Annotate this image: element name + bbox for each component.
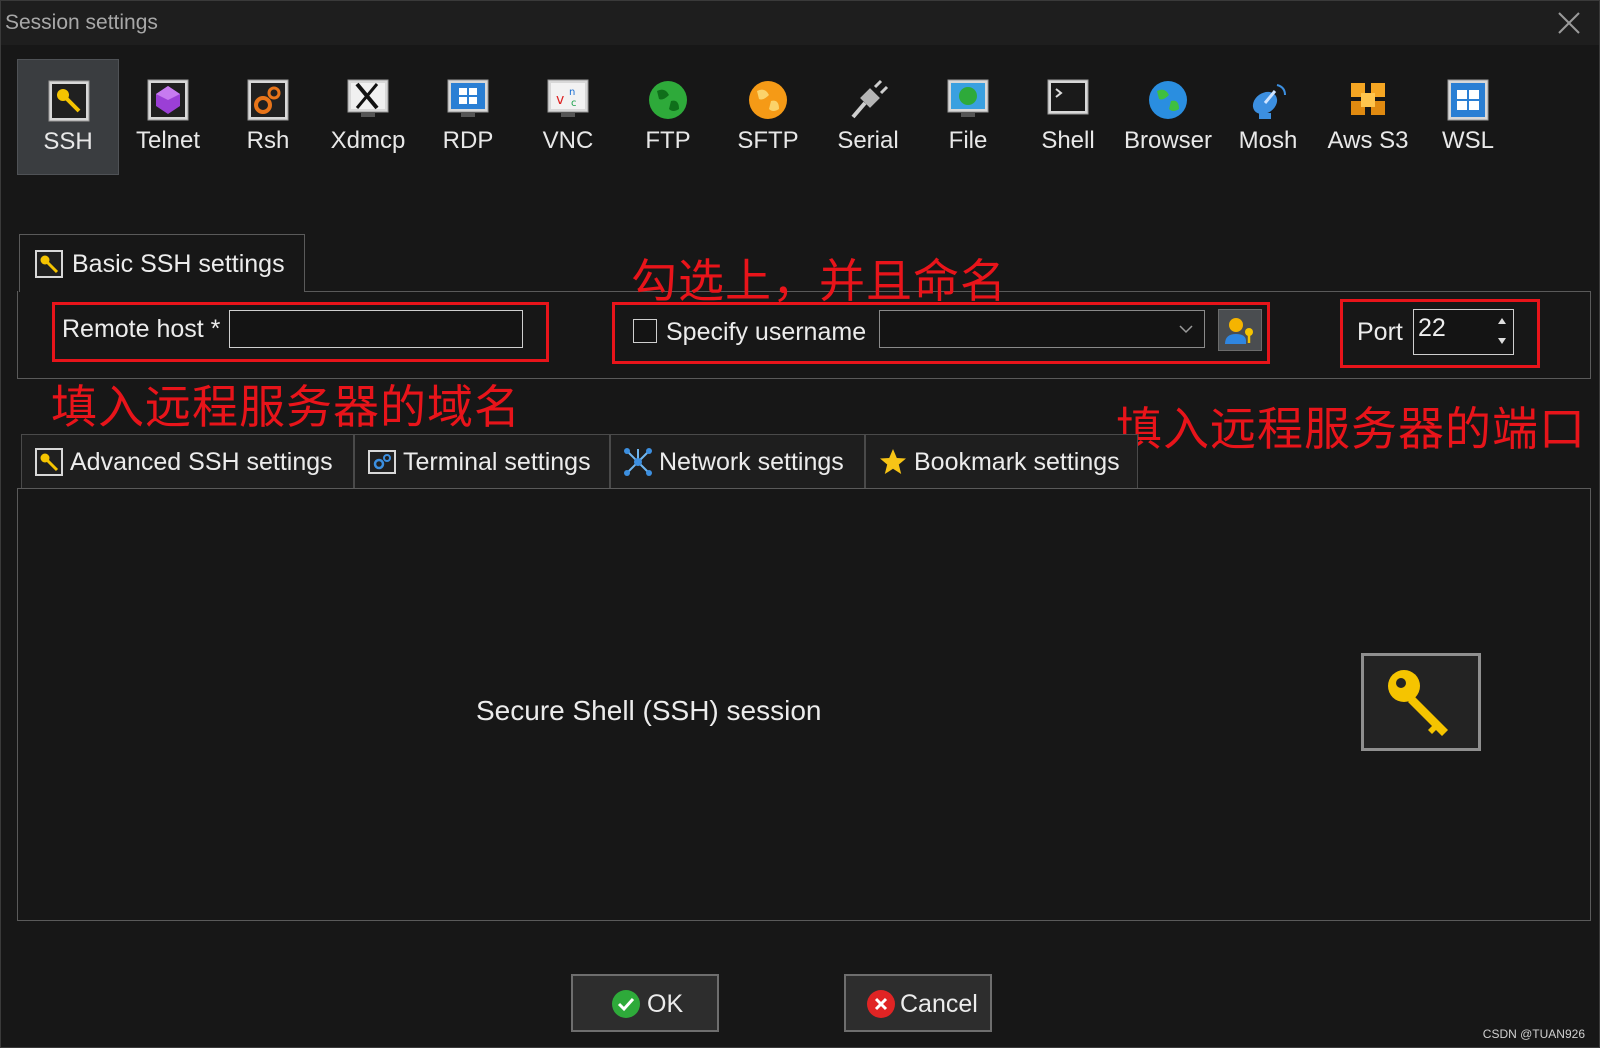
tab-advanced-ssh-settings[interactable]: Advanced SSH settings xyxy=(21,434,354,488)
protocol-sftp[interactable]: SFTP xyxy=(717,59,819,175)
protocol-file[interactable]: File xyxy=(917,59,1019,175)
aws-s3-cubes-icon xyxy=(1351,83,1385,115)
session-settings-window: Session settings SSH Telnet Rsh Xdmcp RD… xyxy=(0,0,1600,1048)
network-star-icon xyxy=(624,448,652,476)
ftp-globe-icon xyxy=(649,81,687,119)
protocol-label: VNC xyxy=(542,127,594,154)
cancel-button[interactable]: Cancel xyxy=(844,974,992,1032)
vnc-monitor-icon: v n c xyxy=(547,79,589,117)
ssh-key-illustration xyxy=(1361,653,1481,751)
tab-label: Advanced SSH settings xyxy=(70,448,333,476)
svg-text:n: n xyxy=(569,87,575,98)
protocol-label: SFTP xyxy=(737,127,799,154)
svg-text:c: c xyxy=(571,98,577,109)
protocol-wsl[interactable]: WSL xyxy=(1417,59,1519,175)
rdp-windows-icon xyxy=(447,79,489,117)
protocol-vnc[interactable]: v n c VNC xyxy=(517,59,619,175)
protocol-telnet[interactable]: Telnet xyxy=(117,59,219,175)
protocol-label: Telnet xyxy=(135,127,201,154)
protocol-browser[interactable]: Browser xyxy=(1117,59,1219,175)
protocol-aws-s3[interactable]: Aws S3 xyxy=(1317,59,1419,175)
ssh-key-icon xyxy=(48,80,90,122)
rsh-gears-icon xyxy=(247,79,289,121)
tab-terminal-settings[interactable]: Terminal settings xyxy=(354,434,610,488)
window-title: Session settings xyxy=(5,11,158,34)
protocol-label: SSH xyxy=(43,128,93,155)
tab-label: Network settings xyxy=(659,448,844,476)
protocol-label: Serial xyxy=(837,127,899,154)
checkmark-icon xyxy=(612,990,640,1018)
telnet-gem-icon xyxy=(147,79,189,121)
file-monitor-icon xyxy=(947,79,989,117)
cancel-x-icon xyxy=(867,990,895,1018)
tab-label: Bookmark settings xyxy=(914,448,1120,476)
protocol-mosh[interactable]: Mosh xyxy=(1217,59,1319,175)
annotation-enter-port: 填入远程服务器的端口 xyxy=(1116,402,1586,456)
protocol-ssh[interactable]: SSH xyxy=(17,59,119,175)
protocol-rsh[interactable]: Rsh xyxy=(217,59,319,175)
title-bar: Session settings xyxy=(1,1,1599,45)
shell-terminal-icon xyxy=(1047,79,1089,115)
tab-label: Basic SSH settings xyxy=(72,250,285,278)
protocol-xdmcp[interactable]: Xdmcp xyxy=(317,59,419,175)
cancel-label: Cancel xyxy=(900,990,978,1018)
protocol-label: WSL xyxy=(1441,127,1494,154)
tab-basic-ssh-settings[interactable]: Basic SSH settings xyxy=(19,234,305,292)
tab-network-settings[interactable]: Network settings xyxy=(610,434,865,488)
wrench-key-icon xyxy=(35,448,63,476)
protocol-label: Rsh xyxy=(246,127,290,154)
ok-button[interactable]: OK xyxy=(571,974,719,1032)
protocol-ftp[interactable]: FTP xyxy=(617,59,719,175)
protocol-label: Browser xyxy=(1123,127,1213,154)
protocol-label: FTP xyxy=(645,127,691,154)
tab-bookmark-settings[interactable]: Bookmark settings xyxy=(865,434,1138,488)
protocol-label: RDP xyxy=(442,127,494,154)
svg-text:v: v xyxy=(556,92,564,108)
protocol-toolbar: SSH Telnet Rsh Xdmcp RDP v n c VNC FTP S… xyxy=(17,59,1577,175)
protocol-shell[interactable]: Shell xyxy=(1017,59,1119,175)
protocol-label: Xdmcp xyxy=(330,127,406,154)
annotation-box-remote-host xyxy=(52,302,549,362)
browser-globe-icon xyxy=(1149,81,1187,119)
protocol-serial[interactable]: Serial xyxy=(817,59,919,175)
annotation-check-and-name: 勾选上，并且命名 xyxy=(631,254,1007,308)
protocol-rdp[interactable]: RDP xyxy=(417,59,519,175)
terminal-gear-icon xyxy=(368,450,396,474)
close-button[interactable] xyxy=(1555,9,1583,37)
annotation-box-username xyxy=(612,302,1270,364)
ok-label: OK xyxy=(647,990,684,1018)
wrench-key-icon xyxy=(35,250,63,278)
xdmcp-x-icon xyxy=(347,79,389,117)
key-icon xyxy=(1388,670,1448,736)
annotation-enter-host: 填入远程服务器的域名 xyxy=(51,380,521,434)
tab-label: Terminal settings xyxy=(403,448,591,476)
protocol-label: Aws S3 xyxy=(1327,127,1409,154)
protocol-label: Mosh xyxy=(1238,127,1298,154)
close-icon xyxy=(1558,12,1580,34)
sftp-globe-icon xyxy=(749,81,787,119)
session-description: Secure Shell (SSH) session xyxy=(476,695,822,726)
protocol-label: Shell xyxy=(1041,127,1095,154)
wsl-windows-icon xyxy=(1447,79,1489,121)
annotation-box-port xyxy=(1340,299,1540,368)
serial-plug-icon xyxy=(851,79,889,119)
watermark: CSDN @TUAN926 xyxy=(1482,1027,1585,1041)
protocol-label: File xyxy=(948,127,988,154)
star-icon xyxy=(880,449,906,474)
mosh-satellite-icon xyxy=(1252,84,1286,119)
